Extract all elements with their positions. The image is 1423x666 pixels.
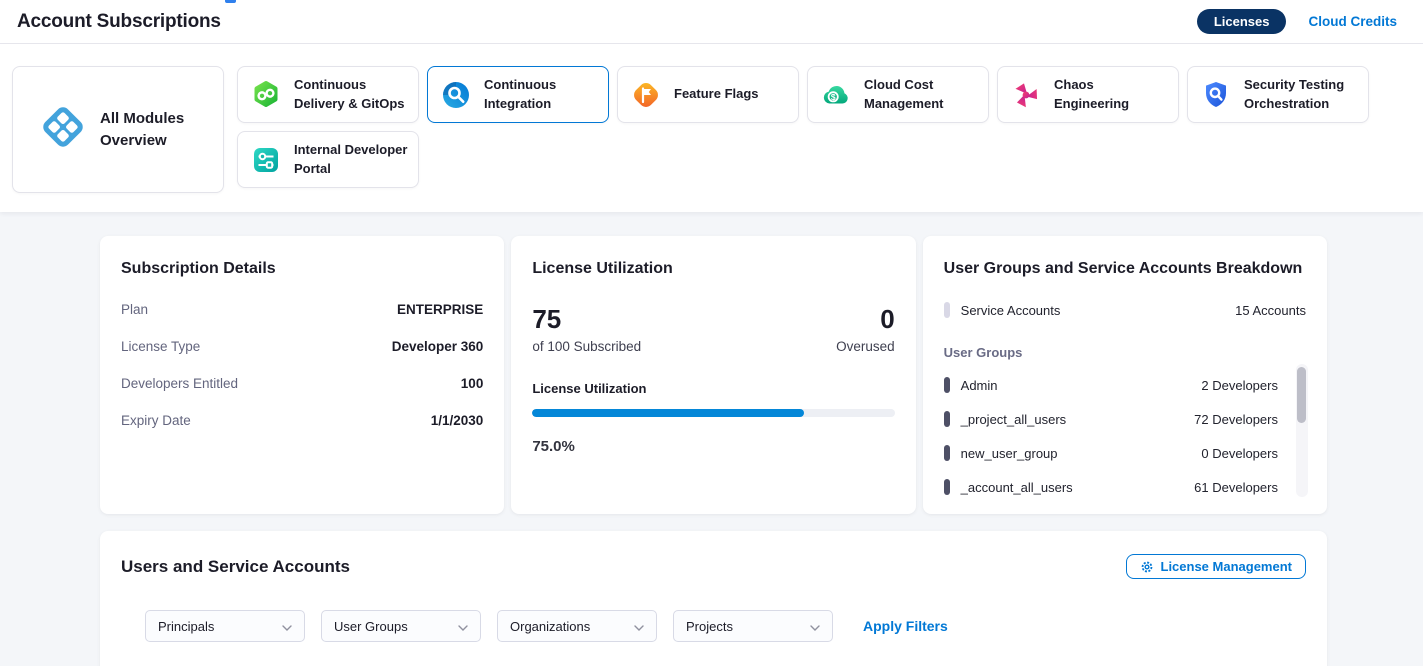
user-groups-filter[interactable]: User Groups: [321, 610, 481, 642]
breakdown-card: User Groups and Service Accounts Breakdo…: [923, 236, 1327, 514]
users-service-accounts-section: Users and Service Accounts License Manag…: [100, 531, 1327, 666]
breakdown-title: User Groups and Service Accounts Breakdo…: [944, 260, 1306, 278]
cloud-credits-tab[interactable]: Cloud Credits: [1308, 14, 1397, 29]
user-group-marker: [944, 479, 950, 495]
module-card-cloud-cost[interactable]: $ Cloud Cost Management: [807, 66, 989, 123]
apply-filters-link[interactable]: Apply Filters: [863, 618, 948, 634]
user-group-marker: [944, 377, 950, 393]
top-header-bar: Account Subscriptions Licenses Cloud Cre…: [0, 0, 1423, 44]
module-label: Feature Flags: [674, 85, 759, 103]
user-groups-header: User Groups: [944, 345, 1306, 360]
module-label: Security Testing Orchestration: [1244, 76, 1360, 112]
module-card-internal-developer-portal[interactable]: Internal Developer Portal: [237, 131, 419, 188]
user-group-row: Admin 2 Developers: [944, 377, 1278, 393]
all-modules-icon: [39, 103, 87, 156]
module-card-feature-flags[interactable]: Feature Flags: [617, 66, 799, 123]
modules-band: All Modules Overview Continuous Delivery…: [0, 44, 1423, 212]
license-utilization-title: License Utilization: [532, 260, 894, 278]
chevron-down-icon: [634, 619, 644, 634]
user-groups-scrollbar[interactable]: [1296, 364, 1308, 497]
overused-count-block: 0 Overused: [836, 306, 895, 354]
principals-filter[interactable]: Principals: [145, 610, 305, 642]
projects-filter[interactable]: Projects: [673, 610, 833, 642]
module-card-security-testing[interactable]: Security Testing Orchestration: [1187, 66, 1369, 123]
filters-row: Principals User Groups Organizations Pro…: [121, 610, 1306, 642]
user-group-row: _project_all_users 72 Developers: [944, 411, 1278, 427]
detail-row-license-type: License Type Developer 360: [121, 339, 483, 354]
svg-text:$: $: [831, 92, 836, 102]
chevron-down-icon: [810, 619, 820, 634]
chevron-down-icon: [282, 619, 292, 634]
modules-grid: Continuous Delivery & GitOps Continuous …: [237, 66, 1369, 212]
feature-flags-icon: [630, 79, 662, 111]
overused-caption: Overused: [836, 339, 895, 354]
module-label: Internal Developer Portal: [294, 141, 410, 177]
all-modules-overview-card[interactable]: All Modules Overview: [12, 66, 224, 193]
licenses-tab[interactable]: Licenses: [1197, 9, 1287, 34]
continuous-integration-icon: [440, 79, 472, 111]
detail-row-developers-entitled: Developers Entitled 100: [121, 376, 483, 391]
used-count-block: 75 of 100 Subscribed: [532, 306, 641, 354]
organizations-filter[interactable]: Organizations: [497, 610, 657, 642]
utilization-percent: 75.0%: [532, 438, 894, 455]
module-card-continuous-integration[interactable]: Continuous Integration: [427, 66, 609, 123]
module-label: Chaos Engineering: [1054, 76, 1170, 112]
module-label: Continuous Delivery & GitOps: [294, 76, 410, 112]
user-group-marker: [944, 445, 950, 461]
service-accounts-marker: [944, 302, 950, 318]
chevron-down-icon: [458, 619, 468, 634]
used-count: 75: [532, 306, 641, 332]
module-label: Continuous Integration: [484, 76, 600, 112]
module-card-chaos-engineering[interactable]: Chaos Engineering: [997, 66, 1179, 123]
user-group-row: _account_all_users 61 Developers: [944, 479, 1278, 495]
service-accounts-row: Service Accounts 15 Accounts: [944, 302, 1306, 318]
gear-icon: [1140, 560, 1154, 574]
chaos-engineering-icon: [1010, 79, 1042, 111]
internal-developer-portal-icon: [250, 144, 282, 176]
user-groups-list: Admin 2 Developers _project_all_users 72…: [944, 377, 1306, 495]
header-tabs: Licenses Cloud Credits: [1197, 9, 1397, 34]
module-card-cd-gitops[interactable]: Continuous Delivery & GitOps: [237, 66, 419, 123]
utilization-bar-label: License Utilization: [532, 381, 894, 396]
subscription-details-card: Subscription Details Plan ENTERPRISE Lic…: [100, 236, 504, 514]
users-section-title: Users and Service Accounts: [121, 557, 350, 577]
all-modules-overview-label: All Modules Overview: [100, 108, 196, 152]
utilization-progress-fill: [532, 409, 804, 417]
detail-row-expiry-date: Expiry Date 1/1/2030: [121, 413, 483, 428]
cloud-cost-icon: $: [820, 79, 852, 111]
license-management-button[interactable]: License Management: [1126, 554, 1307, 579]
license-utilization-card: License Utilization 75 of 100 Subscribed…: [511, 236, 915, 514]
scrollbar-thumb[interactable]: [1297, 367, 1306, 423]
used-caption: of 100 Subscribed: [532, 339, 641, 354]
module-label: Cloud Cost Management: [864, 76, 980, 112]
security-testing-icon: [1200, 79, 1232, 111]
subscription-details-title: Subscription Details: [121, 260, 483, 278]
page-title: Account Subscriptions: [17, 11, 221, 33]
detail-row-plan: Plan ENTERPRISE: [121, 302, 483, 317]
user-group-row: new_user_group 0 Developers: [944, 445, 1278, 461]
overused-count: 0: [836, 306, 895, 332]
clipped-tab-indicator: [225, 0, 236, 3]
utilization-progress-track: [532, 409, 894, 417]
main-content: Subscription Details Plan ENTERPRISE Lic…: [0, 212, 1423, 666]
cd-gitops-icon: [250, 79, 282, 111]
user-group-marker: [944, 411, 950, 427]
